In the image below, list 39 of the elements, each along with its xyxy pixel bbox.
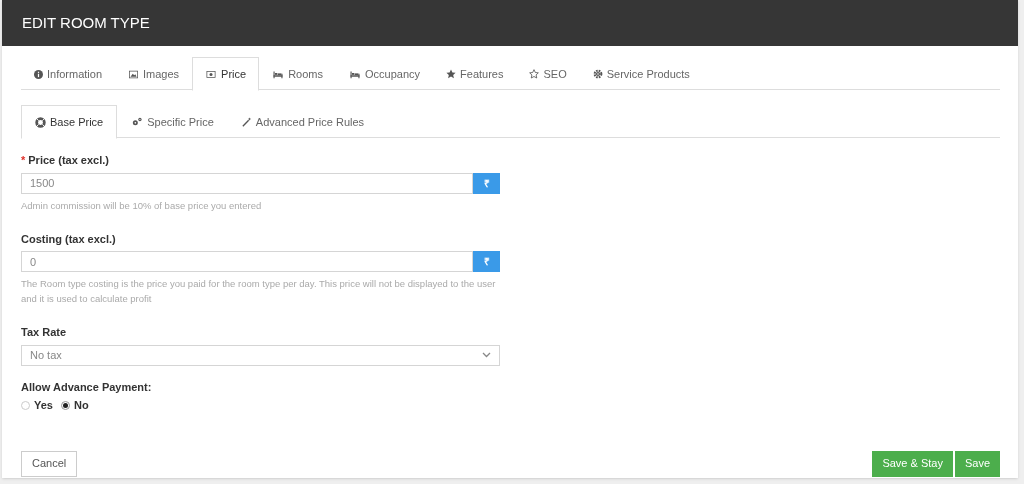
- gear-icon: [592, 69, 603, 79]
- banknote-icon: [205, 69, 218, 79]
- radio-label: Yes: [34, 398, 53, 413]
- input-field[interactable]: 1500: [21, 172, 473, 194]
- input-field[interactable]: 0: [21, 251, 473, 272]
- chevron-down-icon: [482, 352, 491, 358]
- tab[interactable]: SEO: [516, 57, 580, 91]
- gears-icon: [131, 117, 144, 127]
- bed-icon: [349, 69, 361, 79]
- tab[interactable]: Features: [433, 57, 517, 91]
- cancel-button[interactable]: Cancel: [21, 450, 78, 477]
- page-title: EDIT ROOM TYPE: [22, 12, 150, 33]
- required-asterisk: *: [21, 153, 26, 168]
- help-text: Admin commission will be 10% of base price you entered: [21, 198, 263, 213]
- currency-addon: ₹: [473, 172, 500, 194]
- star-icon: [446, 69, 457, 79]
- currency-addon: ₹: [473, 251, 500, 272]
- field-label: Costing (tax excl.): [21, 231, 116, 247]
- sub-tab[interactable]: Advanced Price Rules: [227, 105, 379, 139]
- sub-tab[interactable]: Specific Price: [117, 105, 228, 139]
- tab[interactable]: Information: [21, 57, 116, 91]
- field-label: Tax Rate: [21, 325, 67, 340]
- star-outline-icon: [529, 69, 540, 79]
- tab[interactable]: Images: [115, 57, 193, 91]
- sub-tab[interactable]: Base Price: [21, 105, 118, 139]
- image-icon: [128, 69, 140, 79]
- tab[interactable]: Occupancy: [336, 57, 434, 91]
- field-label: Allow Advance Payment:: [21, 379, 152, 395]
- lifebuoy-icon: [35, 116, 46, 128]
- help-text: The Room type costing is the price you paid for the room type per day. This price will not be displayed to the user and it is used to calculate profit: [21, 277, 497, 306]
- tab[interactable]: Rooms: [259, 57, 336, 91]
- field-label: Price (tax excl.): [28, 153, 109, 168]
- select-field[interactable]: No tax: [21, 344, 500, 366]
- tab[interactable]: Service Products: [579, 57, 703, 91]
- magic-wand-icon: [241, 117, 252, 127]
- radio-label: No: [73, 398, 89, 413]
- bed-icon: [272, 69, 285, 79]
- info-icon: [34, 69, 43, 79]
- tab[interactable]: Price: [192, 57, 260, 91]
